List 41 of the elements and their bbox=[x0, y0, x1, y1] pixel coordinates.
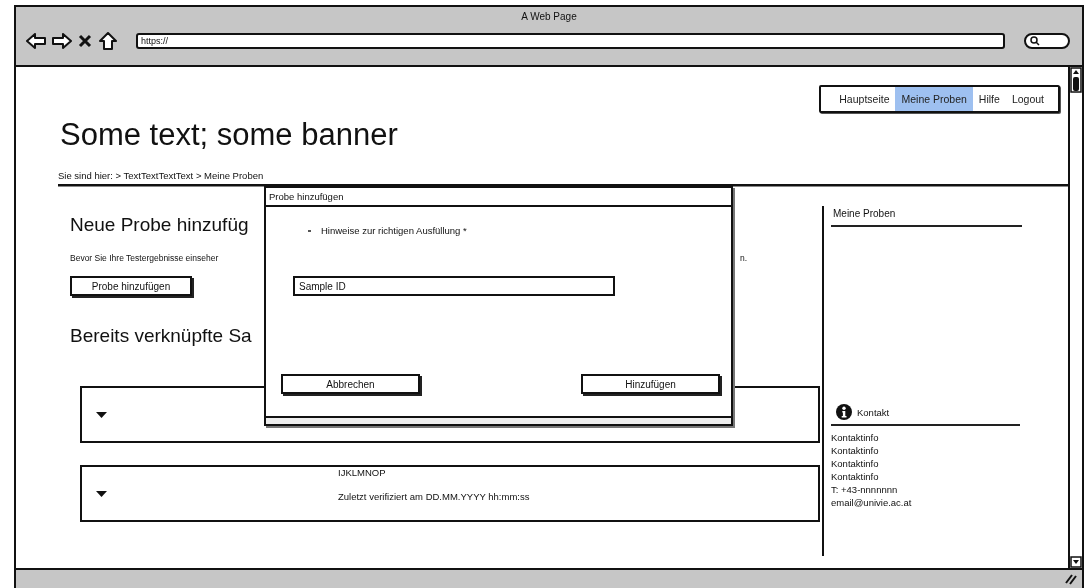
intro-text: Bevor Sie Ihre Testergebnisse einseher bbox=[70, 252, 219, 264]
contact-line: Kontaktinfo bbox=[831, 457, 880, 470]
dialog-title: Probe hinzufügen bbox=[266, 188, 731, 207]
section-heading: Neue Probe hinzufüg bbox=[70, 213, 249, 237]
sample-id: IJKLMNOP bbox=[338, 467, 387, 478]
caret-icon[interactable] bbox=[96, 490, 107, 497]
scrollbar[interactable] bbox=[1068, 67, 1082, 568]
hint-text: Hinweise zur richtigen Ausfüllung * bbox=[321, 225, 467, 236]
contact-line: email@univie.ac.at bbox=[831, 496, 913, 509]
back-icon[interactable] bbox=[26, 33, 46, 49]
banner-title: Some text; some banner bbox=[60, 117, 399, 153]
contact-line: Kontaktinfo bbox=[831, 431, 880, 444]
contact-line: Kontaktinfo bbox=[831, 444, 880, 457]
caret-icon[interactable] bbox=[96, 411, 107, 418]
scroll-down-icon[interactable] bbox=[1070, 556, 1082, 568]
resize-grip-icon[interactable] bbox=[1064, 572, 1078, 586]
nav-tab[interactable]: Hauptseite bbox=[833, 87, 896, 111]
contact-line: T: +43-nnnnnnn bbox=[831, 483, 899, 496]
window-title: A Web Page bbox=[520, 11, 578, 23]
dialog-button[interactable]: Hinzufügen bbox=[581, 374, 720, 394]
bullet-icon bbox=[308, 229, 311, 232]
sample-id-field[interactable]: Sample ID bbox=[293, 276, 615, 296]
forward-icon[interactable] bbox=[52, 33, 72, 49]
intro-text: n. bbox=[739, 252, 747, 264]
scroll-thumb[interactable] bbox=[1070, 67, 1082, 93]
info-icon bbox=[836, 404, 852, 420]
search-icon[interactable] bbox=[1030, 36, 1040, 46]
sidebar-heading: Meine Proben bbox=[831, 206, 1022, 227]
nav-tab[interactable]: Meine Proben bbox=[895, 87, 973, 111]
dialog-button[interactable]: Abbrechen bbox=[281, 374, 420, 394]
contact-line: Kontaktinfo bbox=[831, 470, 880, 483]
verified-date: Zuletzt verifiziert am DD.MM.YYYY hh:mm:ss bbox=[338, 491, 530, 502]
contact-heading: Kontakt bbox=[857, 406, 890, 418]
address-field[interactable]: https:// bbox=[136, 33, 1005, 49]
home-icon[interactable] bbox=[98, 32, 118, 50]
add-sample-button[interactable]: Probe hinzufügen bbox=[70, 276, 192, 296]
nav-tab[interactable]: Hilfe bbox=[972, 87, 1006, 111]
section-heading: Bereits verknüpfte Sa bbox=[70, 324, 252, 348]
close-icon[interactable] bbox=[78, 34, 92, 48]
nav-tab[interactable]: Logout bbox=[1005, 87, 1050, 111]
search-field[interactable] bbox=[1024, 33, 1070, 49]
